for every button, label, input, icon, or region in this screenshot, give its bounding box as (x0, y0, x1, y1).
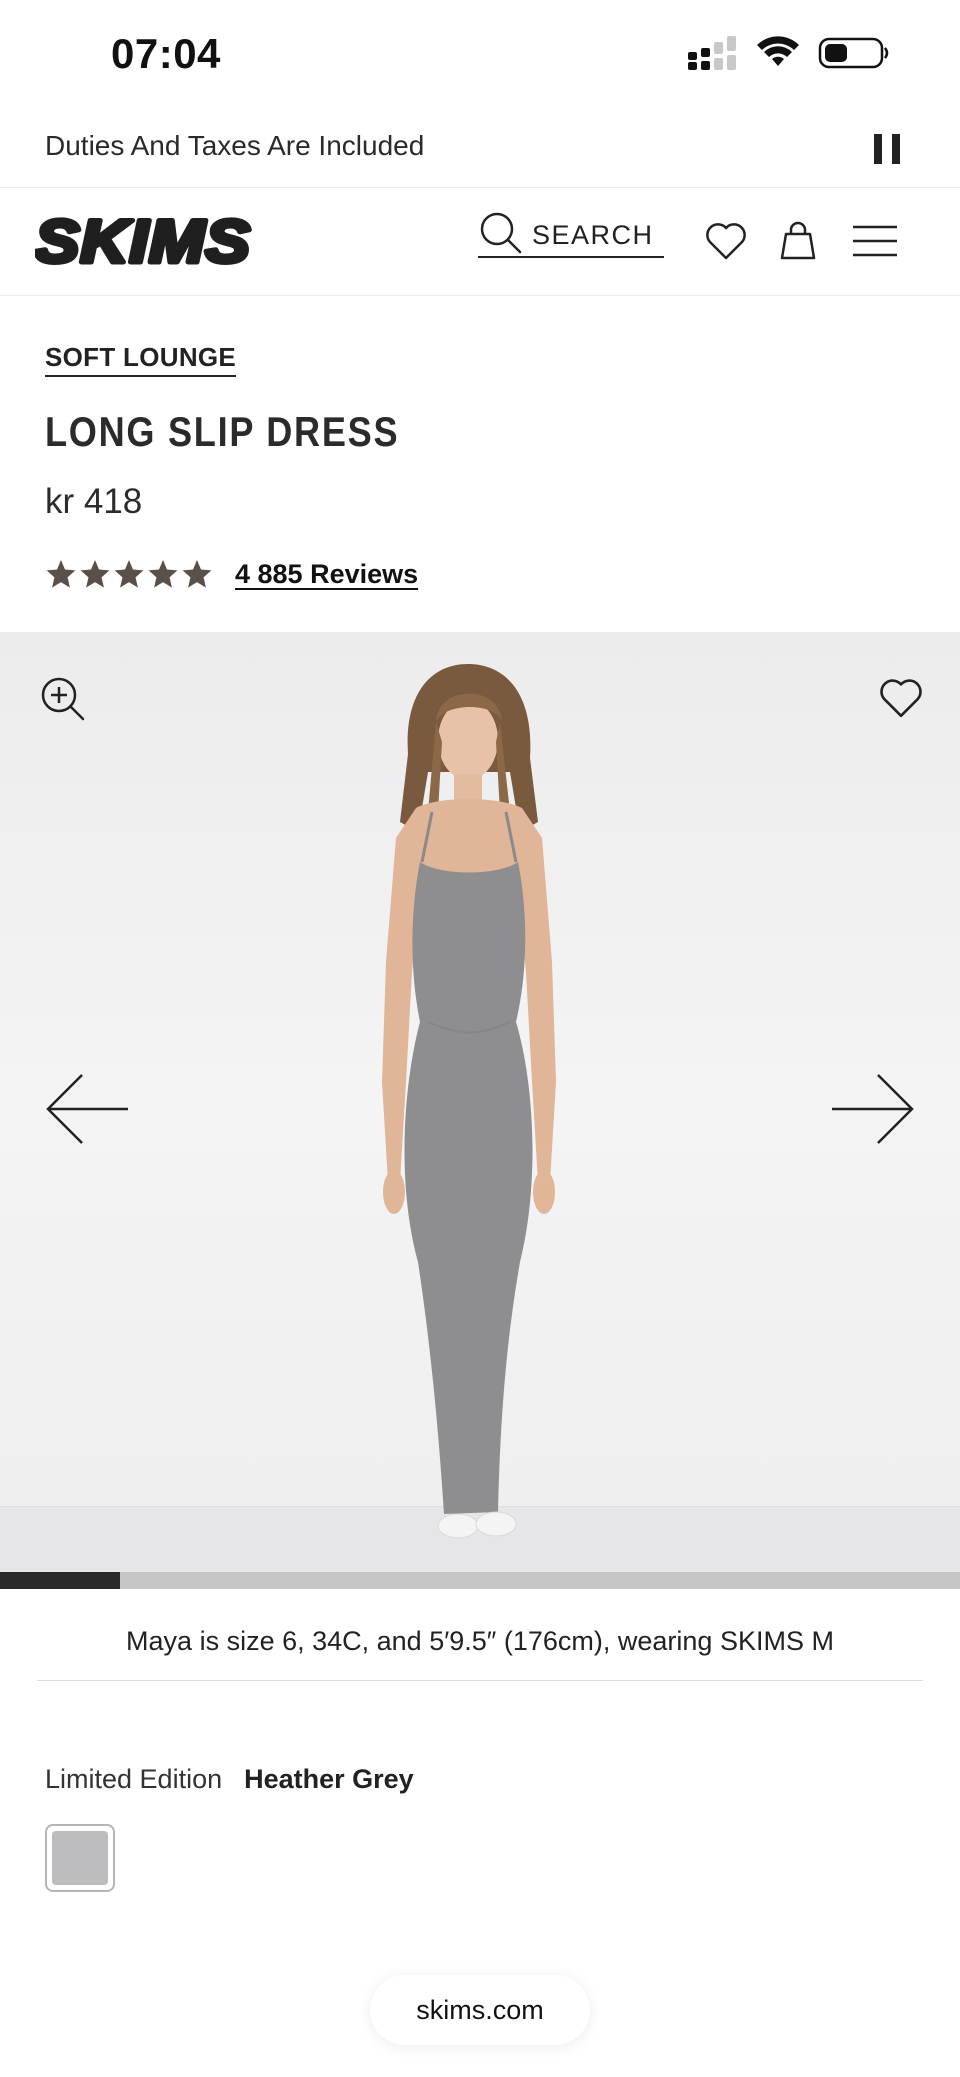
selected-color-name: Heather Grey (244, 1764, 414, 1794)
swatch-fill (52, 1831, 108, 1885)
rating-row: 4 885 Reviews (45, 558, 418, 590)
arrow-left-icon[interactable] (44, 1072, 130, 1151)
star-icon (46, 560, 76, 588)
carousel-progress-fill (0, 1572, 120, 1589)
promo-bar: Duties And Taxes Are Included (0, 112, 960, 188)
model-size-caption: Maya is size 6, 34C, and 5′9.5″ (176cm),… (126, 1626, 834, 1656)
star-icon (148, 560, 178, 588)
status-time: 07:04 (111, 30, 221, 77)
carousel-progress-bar (0, 1572, 960, 1589)
status-bar: 07:04 (0, 0, 960, 112)
promo-text: Duties And Taxes Are Included (45, 130, 425, 161)
star-icon (114, 560, 144, 588)
pause-icon[interactable] (874, 130, 900, 170)
product-title: LONG SLIP DRESS (45, 408, 400, 455)
color-selector-label: Limited Edition Heather Grey (45, 1764, 414, 1795)
heart-icon[interactable] (878, 676, 924, 725)
star-icon (182, 560, 212, 588)
site-header: SKIMS SEARCH (0, 188, 960, 296)
color-edition-label: Limited Edition (45, 1764, 223, 1794)
arrow-right-icon[interactable] (830, 1072, 916, 1151)
reviews-link[interactable]: 4 885 Reviews (235, 559, 418, 590)
cellular-signal-icon (686, 36, 738, 75)
search-field[interactable]: SEARCH (478, 210, 664, 258)
browser-url-bar[interactable]: skims.com (370, 1975, 590, 2045)
product-price: kr 418 (45, 482, 143, 521)
category-link[interactable]: SOFT LOUNGE (45, 342, 237, 377)
status-icons (686, 36, 890, 75)
color-swatch-heather-grey[interactable] (45, 1824, 115, 1892)
search-icon (478, 210, 524, 261)
svg-text:SKIMS: SKIMS (35, 214, 251, 270)
heart-icon[interactable] (704, 220, 748, 267)
product-info: SOFT LOUNGE LONG SLIP DRESS kr 418 4 885… (0, 296, 960, 632)
skims-logo[interactable]: SKIMS (33, 206, 257, 278)
star-icon (80, 560, 110, 588)
rating-stars (45, 558, 213, 590)
product-photo-model[interactable] (320, 662, 640, 1567)
search-label: SEARCH (532, 220, 654, 250)
hamburger-menu-icon[interactable] (852, 224, 898, 263)
zoom-in-icon[interactable] (40, 676, 86, 727)
battery-icon (818, 36, 890, 75)
divider (37, 1680, 923, 1681)
wifi-icon (756, 36, 800, 75)
product-image-gallery[interactable] (0, 632, 960, 1572)
shopping-bag-icon[interactable] (776, 218, 820, 267)
